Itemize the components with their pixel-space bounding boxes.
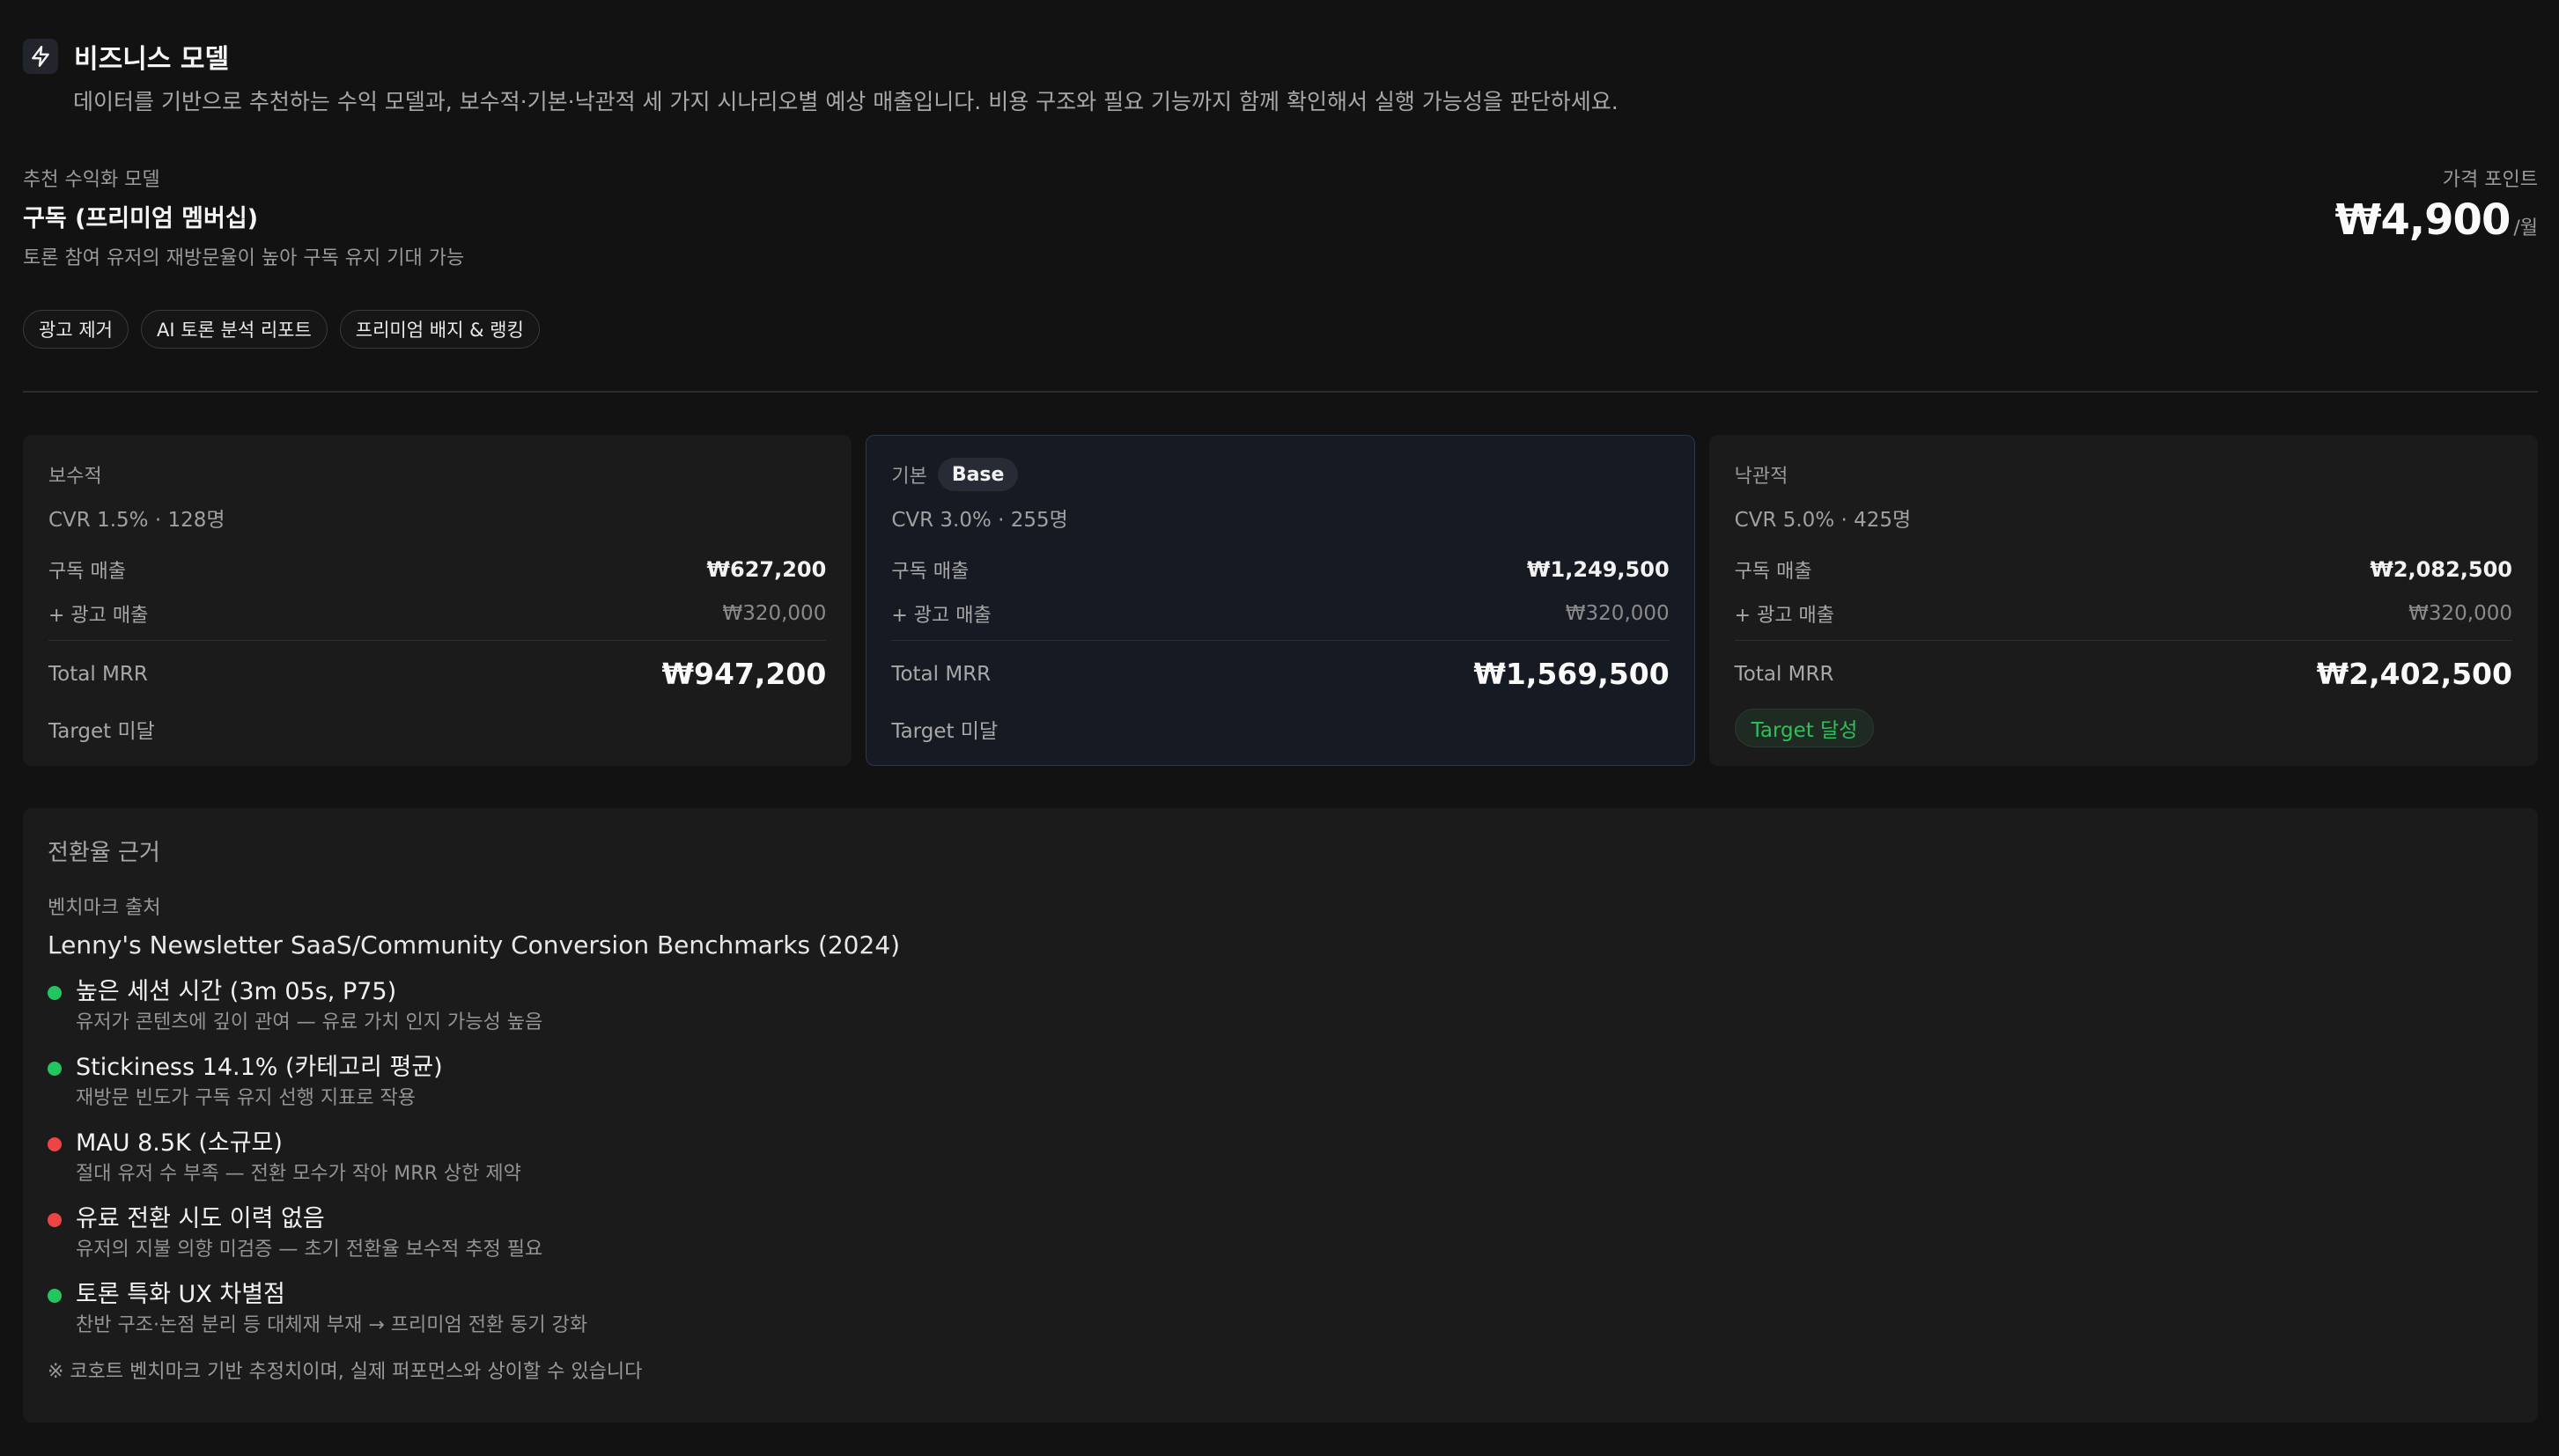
page-title: 비즈니스 모델 [74,44,230,75]
scenario-label: 기본 [891,466,927,488]
subscription-revenue-label: 구독 매출 [891,561,970,583]
conversion-basis-title: 전환율 근거 [48,840,160,866]
factor-item: MAU 8.5K (소규모) 절대 유저 수 부족 — 전환 모수가 작아 MR… [48,1129,2513,1187]
ad-revenue-value: ₩320,000 [722,602,827,625]
conversion-basis-panel: 전환율 근거 벤치마크 출처 Lenny's Newsletter SaaS/C… [23,808,2538,1423]
disclaimer: ※ 코호트 벤치마크 기반 추정치이며, 실제 퍼포먼스와 상이할 수 있습니다 [48,1361,643,1383]
base-badge: Base [937,458,1019,491]
ad-revenue-value: ₩320,000 [2408,602,2512,625]
page-description: 데이터를 기반으로 추천하는 수익 모델과, 보수적·기본·낙관적 세 가지 시… [73,89,1619,114]
recommended-model-name: 구독 (프리미엄 멤버십) [23,205,259,232]
positive-dot-icon [48,986,62,1000]
price-point-label: 가격 포인트 [2442,169,2538,191]
factor-description: 찬반 구조·논점 분리 등 대체재 부재 → 프리미엄 전환 동기 강화 [76,1314,588,1336]
total-mrr-label: Total MRR [1734,662,1834,686]
target-status: Target 미달 [48,720,155,743]
factor-description: 절대 유저 수 부족 — 전환 모수가 작아 MRR 상한 제약 [76,1163,521,1185]
ad-revenue-label: + 광고 매출 [1734,605,1835,627]
scenario-cards: 보수적 CVR 1.5% · 128명 구독 매출 ₩627,200 + 광고 … [23,435,2538,766]
recommended-model-label: 추천 수익화 모델 [23,169,160,191]
subscription-revenue-value: ₩1,249,500 [1527,557,1670,582]
ad-revenue-label: + 광고 매출 [48,605,149,627]
scenario-cvr: CVR 5.0% · 425명 [1734,509,1912,532]
lightning-icon [23,39,58,74]
scenario-label: 낙관적 [1734,466,1788,488]
total-mrr-label: Total MRR [891,662,992,686]
total-mrr-value: ₩1,569,500 [1473,657,1670,691]
divider [23,391,2538,393]
feature-chips: 광고 제거 AI 토론 분석 리포트 프리미엄 배지 & 랭킹 [23,310,540,349]
feature-chip[interactable]: 프리미엄 배지 & 랭킹 [339,310,540,349]
benchmark-source: Lenny's Newsletter SaaS/Community Conver… [48,930,901,960]
factor-title: 토론 특화 UX 차별점 [76,1281,285,1308]
scenario-card-conservative[interactable]: 보수적 CVR 1.5% · 128명 구독 매출 ₩627,200 + 광고 … [23,435,852,766]
factor-description: 재방문 빈도가 구독 유지 선행 지표로 작용 [76,1087,417,1109]
positive-dot-icon [48,1289,62,1303]
scenario-card-base[interactable]: 기본 Base CVR 3.0% · 255명 구독 매출 ₩1,249,500… [866,435,1695,766]
price-value: ₩4,900 [2334,195,2511,245]
business-model-page: 비즈니스 모델 데이터를 기반으로 추천하는 수익 모델과, 보수적·기본·낙관… [0,0,2559,1456]
factor-item: 토론 특화 UX 차별점 찬반 구조·논점 분리 등 대체재 부재 → 프리미엄… [48,1280,2513,1338]
scenario-card-optimistic[interactable]: 낙관적 CVR 5.0% · 425명 구독 매출 ₩2,082,500 + 광… [1708,435,2538,766]
ad-revenue-value: ₩320,000 [1565,602,1670,625]
benchmark-source-label: 벤치마크 출처 [48,897,161,919]
ad-revenue-label: + 광고 매출 [891,605,992,627]
factor-description: 유저가 콘텐츠에 깊이 관여 — 유료 가치 인지 가능성 높음 [76,1011,543,1033]
factor-title: 유료 전환 시도 이력 없음 [76,1205,325,1232]
scenario-cvr: CVR 3.0% · 255명 [891,509,1068,532]
negative-dot-icon [48,1213,62,1227]
feature-chip[interactable]: 광고 제거 [23,310,129,349]
positive-dot-icon [48,1062,62,1076]
negative-dot-icon [48,1137,62,1151]
scenario-label: 보수적 [48,466,102,488]
subscription-revenue-value: ₩627,200 [706,557,827,582]
section-header: 비즈니스 모델 [23,37,229,76]
price-unit: /월 [2513,217,2538,239]
factor-item: 유료 전환 시도 이력 없음 유저의 지불 의향 미검증 — 초기 전환율 보수… [48,1204,2513,1262]
factor-title: 높은 세션 시간 (3m 05s, P75) [76,978,397,1005]
factor-item: Stickiness 14.1% (카테고리 평균) 재방문 빈도가 구독 유지… [48,1053,2513,1111]
subscription-revenue-label: 구독 매출 [1734,561,1812,583]
feature-chip[interactable]: AI 토론 분석 리포트 [140,310,328,349]
factor-description: 유저의 지불 의향 미검증 — 초기 전환율 보수적 추정 필요 [76,1239,543,1261]
total-mrr-value: ₩2,402,500 [2316,657,2512,691]
target-status: Target 미달 [891,720,999,743]
total-mrr-label: Total MRR [48,662,148,686]
factor-list: 높은 세션 시간 (3m 05s, P75) 유저가 콘텐츠에 깊이 관여 — … [48,977,2513,1338]
factor-item: 높은 세션 시간 (3m 05s, P75) 유저가 콘텐츠에 깊이 관여 — … [48,977,2513,1035]
price-point: ₩4,900 /월 [2335,195,2538,245]
recommended-model-reason: 토론 참여 유저의 재방문율이 높아 구독 유지 기대 가능 [23,247,465,269]
factor-title: Stickiness 14.1% (카테고리 평균) [76,1054,443,1081]
target-met-badge: Target 달성 [1734,709,1875,747]
subscription-revenue-value: ₩2,082,500 [2370,557,2512,582]
subscription-revenue-label: 구독 매출 [48,561,126,583]
total-mrr-value: ₩947,200 [661,657,827,691]
scenario-cvr: CVR 1.5% · 128명 [48,509,225,532]
factor-title: MAU 8.5K (소규모) [76,1129,283,1157]
